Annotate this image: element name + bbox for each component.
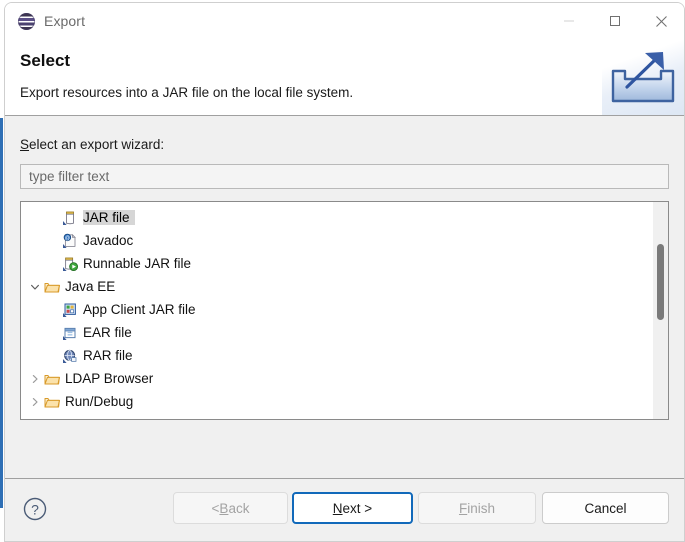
header-banner [602,39,684,115]
rar-file-icon [61,348,79,364]
tree-twisty[interactable] [27,374,43,384]
page-description: Export resources into a JAR file on the … [20,85,354,100]
tree-item-rar-file[interactable]: RAR file [21,344,652,367]
app-client-jar-icon [63,303,76,317]
tree-item-label: Java EE [65,279,116,294]
export-wizard-label-mnemonic: S [20,137,30,152]
filter-input[interactable] [20,164,669,189]
folder-open-icon [44,282,60,292]
tree-twisty[interactable] [27,282,43,292]
back-button-label: ack [228,500,250,516]
jar-file-icon [63,211,74,225]
ear-file-icon [61,325,79,341]
button-bar: ? < Back Next > Finish Cancel [5,478,684,541]
tree-rows: JAR file @ Javadoc Runnable JAR file Java EE… [21,202,652,413]
eclipse-logo-icon [18,12,35,30]
close-button[interactable] [638,3,684,39]
app-client-jar-icon [61,302,79,318]
folder-open-icon [44,397,60,407]
tree-item-ear-file[interactable]: EAR file [21,321,652,344]
tree-scrollbar[interactable] [653,202,668,419]
next-button[interactable]: Next > [292,492,413,524]
next-button-label: ext > [342,500,373,516]
export-wizard-label: Select an export wizard: [20,137,164,152]
tree-item-label: LDAP Browser [65,371,154,386]
folder-open-icon [43,394,61,410]
window-title: Export [44,13,86,29]
runnable-jar-icon [61,256,79,272]
wizard-header: Select Export resources into a JAR file … [5,39,684,116]
tree-twisty[interactable] [27,397,43,407]
finish-button-mnemonic: F [458,500,468,516]
chevron-down-icon [31,284,39,290]
folder-open-icon [43,279,61,295]
back-button-prefix: < [211,500,220,516]
help-button[interactable]: ? [20,494,50,524]
tree-scrollbar-thumb[interactable] [657,244,664,320]
background-window-accent [0,118,3,508]
tree-item-runnable-jar-file[interactable]: Runnable JAR file [21,252,652,275]
svg-text:@: @ [65,235,70,241]
maximize-button[interactable] [592,3,638,39]
next-button-mnemonic: N [332,500,343,516]
javadoc-icon: @ [61,233,79,249]
tree-item-label: App Client JAR file [83,302,196,317]
export-dialog: Export Select Export resources into a JA… [4,2,685,542]
help-question-icon: ? [23,497,47,521]
export-wizard-tree[interactable]: JAR file @ Javadoc Runnable JAR file Java EE… [20,201,669,420]
tree-item-label: Javadoc [83,233,134,248]
tree-item-java-ee[interactable]: Java EE [21,275,652,298]
finish-button: Finish [418,492,536,524]
tree-item-app-client-jar-file[interactable]: App Client JAR file [21,298,652,321]
tree-item-label: EAR file [83,325,132,340]
title-bar: Export [5,3,684,39]
export-tray-arrow-icon [611,52,675,103]
chevron-right-icon [32,374,38,383]
back-button: < Back [173,492,288,524]
tree-item-javadoc[interactable]: @ Javadoc [21,229,652,252]
tree-item-run-debug[interactable]: Run/Debug [21,390,652,413]
folder-open-icon [44,374,60,384]
finish-button-label: inish [467,500,495,516]
minimize-icon [564,20,574,22]
window-controls [546,3,684,39]
tree-item-jar-file[interactable]: JAR file [21,206,652,229]
cancel-button[interactable]: Cancel [542,492,669,524]
tree-item-label: JAR file [83,210,135,225]
minimize-button[interactable] [546,3,592,39]
javadoc-icon: @ [63,233,76,248]
tree-item-ldap-browser[interactable]: LDAP Browser [21,367,652,390]
rar-file-icon [63,349,77,363]
maximize-icon [610,16,620,26]
export-wizard-label-rest: elect an export wizard: [29,137,165,152]
close-icon [655,15,667,27]
runnable-jar-icon [63,257,78,271]
tree-item-label: RAR file [83,348,133,363]
page-title: Select [20,51,71,70]
svg-text:?: ? [31,501,39,517]
wizard-body: Select an export wizard: JAR file @ Javado… [5,116,684,478]
chevron-right-icon [32,397,38,406]
tree-item-label: Runnable JAR file [83,256,192,271]
back-button-mnemonic: B [219,500,229,516]
tree-item-label: Run/Debug [65,394,134,409]
jar-file-icon [61,210,79,226]
folder-open-icon [43,371,61,387]
cancel-button-label: Cancel [584,500,627,516]
ear-file-icon [63,327,76,340]
